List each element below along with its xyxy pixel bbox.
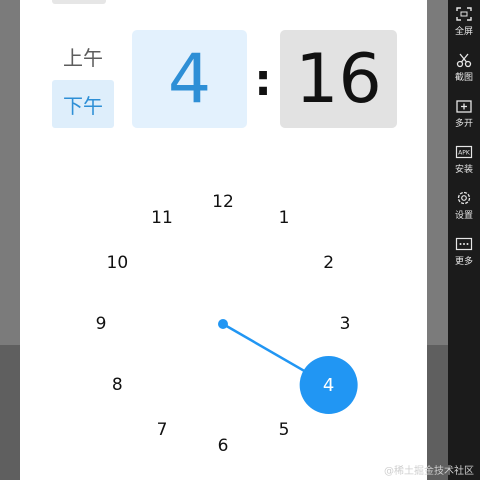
install-apk-label: 安装 xyxy=(454,165,473,175)
clock-number-3[interactable]: 3 xyxy=(325,312,365,336)
clock-number-10[interactable]: 10 xyxy=(97,251,137,275)
clock-number-12[interactable]: 12 xyxy=(203,190,243,214)
clock-number-2[interactable]: 2 xyxy=(309,251,349,275)
clock-number-7[interactable]: 7 xyxy=(142,418,182,442)
clock-number-4[interactable]: 4 xyxy=(309,373,349,397)
more-button[interactable]: 更多 xyxy=(448,230,480,274)
clock-number-6[interactable]: 6 xyxy=(203,434,243,458)
clock-number-8[interactable]: 8 xyxy=(97,373,137,397)
clock-number-11[interactable]: 11 xyxy=(142,206,182,230)
svg-text:APK: APK xyxy=(458,150,471,157)
clock-face[interactable] xyxy=(20,0,427,480)
clock-number-5[interactable]: 5 xyxy=(264,418,304,442)
fullscreen-button[interactable]: 全屏 xyxy=(448,0,480,44)
fullscreen-label: 全屏 xyxy=(454,27,473,37)
scissors-icon xyxy=(456,53,472,68)
install-apk-button[interactable]: APK 安装 xyxy=(448,138,480,182)
settings-button[interactable]: 设置 xyxy=(448,184,480,228)
emulator-toolbar: 全屏 截图 多开 APK 安装 设置 更多 xyxy=(448,0,480,480)
fullscreen-icon xyxy=(456,7,472,21)
multi-instance-button[interactable]: 多开 xyxy=(448,92,480,136)
settings-label: 设置 xyxy=(454,211,473,221)
more-icon xyxy=(455,237,473,251)
multi-instance-label: 多开 xyxy=(454,119,473,129)
time-picker-dialog: 上午 下午 4 : 16 12 1 2 3 4 5 6 7 8 9 10 11 xyxy=(20,0,427,480)
screenshot-label: 截图 xyxy=(454,73,473,83)
clock-number-9[interactable]: 9 xyxy=(81,312,121,336)
clock-center-dot xyxy=(218,319,228,329)
watermark: @稀土掘金技术社区 xyxy=(384,466,474,477)
multi-window-icon xyxy=(456,100,472,113)
more-label: 更多 xyxy=(454,257,473,267)
screenshot-button[interactable]: 截图 xyxy=(448,46,480,90)
clock-number-1[interactable]: 1 xyxy=(264,206,304,230)
gear-icon xyxy=(457,191,471,205)
apk-install-icon: APK xyxy=(455,145,473,159)
